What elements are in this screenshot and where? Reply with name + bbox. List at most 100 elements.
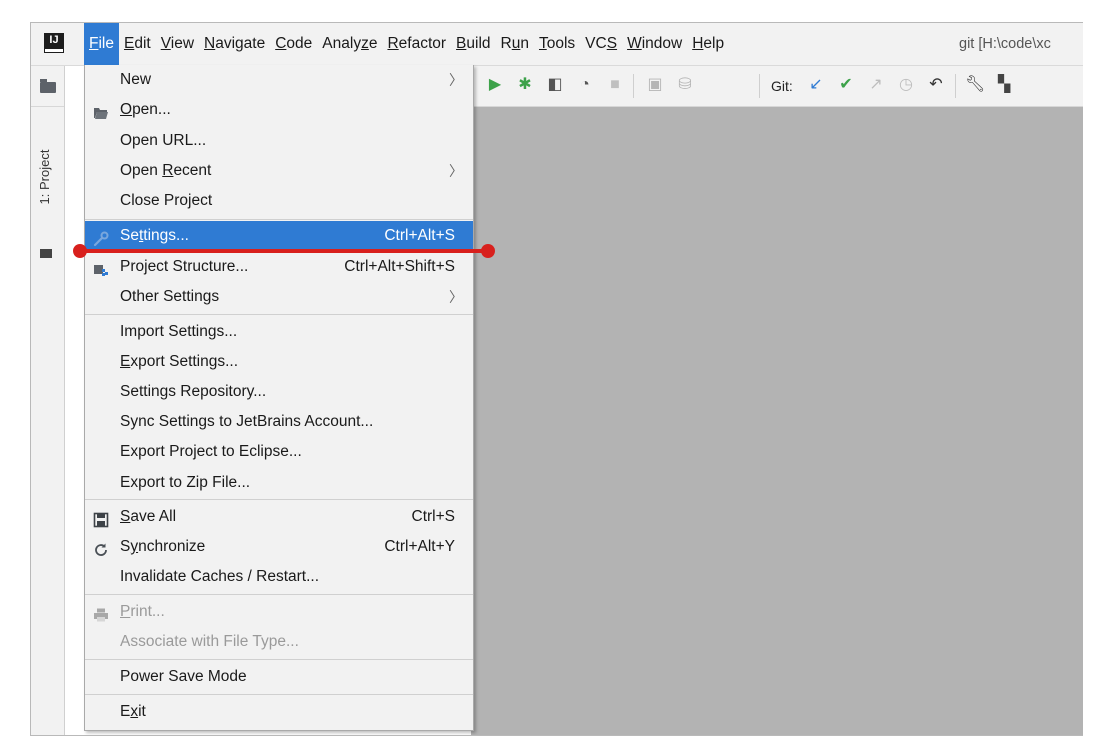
menu-item-label: Import Settings... bbox=[120, 323, 238, 340]
menu-item-label: Other Settings bbox=[120, 288, 220, 305]
menu-bar-item[interactable]: Analyze bbox=[317, 29, 382, 59]
menu-item-label: Project Structure... bbox=[120, 258, 249, 275]
menu-item-settings[interactable]: Settings... Ctrl+Alt+S bbox=[85, 221, 473, 251]
menu-item-open-recent[interactable]: Open Recent 〉 bbox=[85, 156, 473, 186]
menu-list: File Edit View Navigate Code Analyze Refactor B… bbox=[84, 23, 729, 65]
folder-icon[interactable] bbox=[40, 79, 56, 93]
ide-window: IJ File Edit View Navigate Code Analyze Refact… bbox=[30, 22, 1083, 736]
git-push-icon[interactable]: ↗ bbox=[867, 76, 885, 94]
wrench-icon[interactable]: 🔧︎ bbox=[965, 76, 985, 94]
git-commit-icon[interactable]: ✔ bbox=[837, 76, 855, 94]
menu-item-label: Open Recent bbox=[120, 162, 212, 179]
menu-item-label: Export Settings... bbox=[120, 353, 239, 370]
menu-bar-item[interactable]: Tools bbox=[534, 29, 580, 59]
menu-item-invalidate-caches[interactable]: Invalidate Caches / Restart... bbox=[85, 562, 473, 592]
printer-icon bbox=[93, 604, 109, 622]
project-tab-label: 1: Project bbox=[37, 149, 52, 205]
menu-item-label: Sync Settings to JetBrains Account... bbox=[120, 413, 374, 430]
menu-item-associate-file-type[interactable]: Associate with File Type... bbox=[85, 627, 473, 657]
open-folder-icon bbox=[93, 102, 109, 119]
menu-item-label: Save All bbox=[120, 508, 177, 525]
menu-item-label: Close Project bbox=[120, 192, 213, 209]
menu-item-shortcut: Ctrl+S bbox=[411, 508, 456, 525]
menu-item-close-project[interactable]: Close Project bbox=[85, 186, 473, 216]
menu-bar-item[interactable]: Navigate bbox=[199, 29, 270, 59]
menu-bar-item[interactable]: View bbox=[156, 29, 199, 59]
menu-bar-item[interactable]: Build bbox=[451, 29, 495, 59]
intellij-logo-icon: IJ bbox=[44, 33, 64, 53]
menu-bar-item[interactable]: Code bbox=[270, 29, 317, 59]
menu-item-power-save-mode[interactable]: Power Save Mode bbox=[85, 662, 473, 692]
wrench-icon bbox=[93, 228, 109, 247]
menu-item-export-zip[interactable]: Export to Zip File... bbox=[85, 468, 473, 498]
save-icon bbox=[93, 509, 109, 528]
menu-separator bbox=[85, 594, 473, 595]
menu-item-shortcut: Ctrl+Alt+Shift+S bbox=[344, 258, 455, 275]
toolbar-separator bbox=[955, 74, 956, 98]
toolbar-separator bbox=[759, 74, 760, 98]
menu-item-other-settings[interactable]: Other Settings 〉 bbox=[85, 282, 473, 312]
menu-item-open[interactable]: Open... bbox=[85, 95, 473, 125]
menu-item-synchronize[interactable]: Synchronize Ctrl+Alt+Y bbox=[85, 532, 473, 562]
annotation-underline bbox=[79, 249, 488, 253]
submenu-arrow-icon: 〉 bbox=[449, 163, 463, 179]
menu-item-label: Open... bbox=[120, 101, 171, 118]
project-tool-tab[interactable]: 1: Project bbox=[37, 126, 59, 258]
menu-separator bbox=[85, 694, 473, 695]
refresh-icon bbox=[93, 539, 109, 556]
menu-item-label: Exit bbox=[120, 703, 146, 720]
menu-item-settings-repository[interactable]: Settings Repository... bbox=[85, 377, 473, 407]
menu-bar-item[interactable]: File bbox=[84, 23, 119, 65]
run-icon[interactable]: ▶ bbox=[486, 76, 504, 94]
menu-bar-item[interactable]: Help bbox=[687, 29, 729, 59]
menu-item-label: Settings... bbox=[120, 227, 189, 244]
stop-icon[interactable]: ■ bbox=[606, 76, 624, 94]
submenu-arrow-icon: 〉 bbox=[449, 289, 463, 305]
git-update-icon[interactable]: ↙ bbox=[807, 76, 825, 94]
left-tool-strip: 1: Project bbox=[31, 66, 65, 735]
profile-icon[interactable]: ◔ bbox=[576, 76, 594, 94]
project-folder-icon bbox=[40, 249, 52, 258]
menu-item-label: Power Save Mode bbox=[120, 668, 247, 685]
menu-item-import-settings[interactable]: Import Settings... bbox=[85, 317, 473, 347]
menu-item-shortcut: Ctrl+Alt+Y bbox=[384, 538, 455, 555]
window-title: git [H:\code\xc bbox=[959, 36, 1051, 52]
menu-bar-item[interactable]: Run bbox=[496, 29, 534, 59]
menu-separator bbox=[85, 659, 473, 660]
menu-bar-item[interactable]: Window bbox=[622, 29, 687, 59]
menu-item-label: New bbox=[120, 71, 152, 88]
menu-separator bbox=[85, 219, 473, 220]
menu-bar-item[interactable]: Edit bbox=[119, 29, 156, 59]
menu-bar-item[interactable]: VCS bbox=[580, 29, 622, 59]
database-icon[interactable]: ⛁ bbox=[676, 76, 694, 94]
menu-item-export-settings[interactable]: Export Settings... bbox=[85, 347, 473, 377]
menu-item-project-structure[interactable]: Project Structure... Ctrl+Alt+Shift+S bbox=[85, 252, 473, 282]
menu-bar-item[interactable]: Refactor bbox=[382, 29, 451, 59]
run-with-coverage-icon[interactable]: ◧ bbox=[546, 76, 564, 94]
menu-item-label: Synchronize bbox=[120, 538, 206, 555]
menu-item-label: Invalidate Caches / Restart... bbox=[120, 568, 320, 585]
debug-icon[interactable]: ✱ bbox=[516, 76, 534, 94]
menu-separator bbox=[85, 314, 473, 315]
main-toolbar: ▶ ✱ ◧ ◔ ■ ▣ ⛁ Git: ↙ ✔ ↗ ◷ ↶ 🔧︎ ▚ bbox=[471, 66, 1083, 107]
menu-item-sync-settings[interactable]: Sync Settings to JetBrains Account... bbox=[85, 407, 473, 437]
menu-item-exit[interactable]: Exit bbox=[85, 697, 473, 727]
menu-item-shortcut: Ctrl+Alt+S bbox=[384, 227, 455, 244]
annotation-dot-right bbox=[481, 244, 495, 258]
git-label: Git: bbox=[771, 78, 793, 94]
menu-bar: IJ File Edit View Navigate Code Analyze Refact… bbox=[31, 23, 1083, 66]
menu-item-export-eclipse[interactable]: Export Project to Eclipse... bbox=[85, 437, 473, 467]
git-history-icon[interactable]: ◷ bbox=[897, 76, 915, 94]
menu-item-open-url[interactable]: Open URL... bbox=[85, 126, 473, 156]
attach-debugger-icon[interactable]: ▣ bbox=[646, 76, 664, 94]
menu-item-new[interactable]: New 〉 bbox=[85, 65, 473, 95]
strip-divider bbox=[31, 106, 64, 107]
editor-area bbox=[471, 107, 1083, 735]
menu-item-label: Print... bbox=[120, 603, 165, 620]
menu-item-print[interactable]: Print... bbox=[85, 597, 473, 627]
menu-item-save-all[interactable]: Save All Ctrl+S bbox=[85, 502, 473, 532]
git-rollback-icon[interactable]: ↶ bbox=[927, 76, 945, 94]
project-structure-icon[interactable]: ▚ bbox=[995, 76, 1013, 94]
menu-separator bbox=[85, 499, 473, 500]
menu-item-label: Export to Zip File... bbox=[120, 474, 251, 491]
